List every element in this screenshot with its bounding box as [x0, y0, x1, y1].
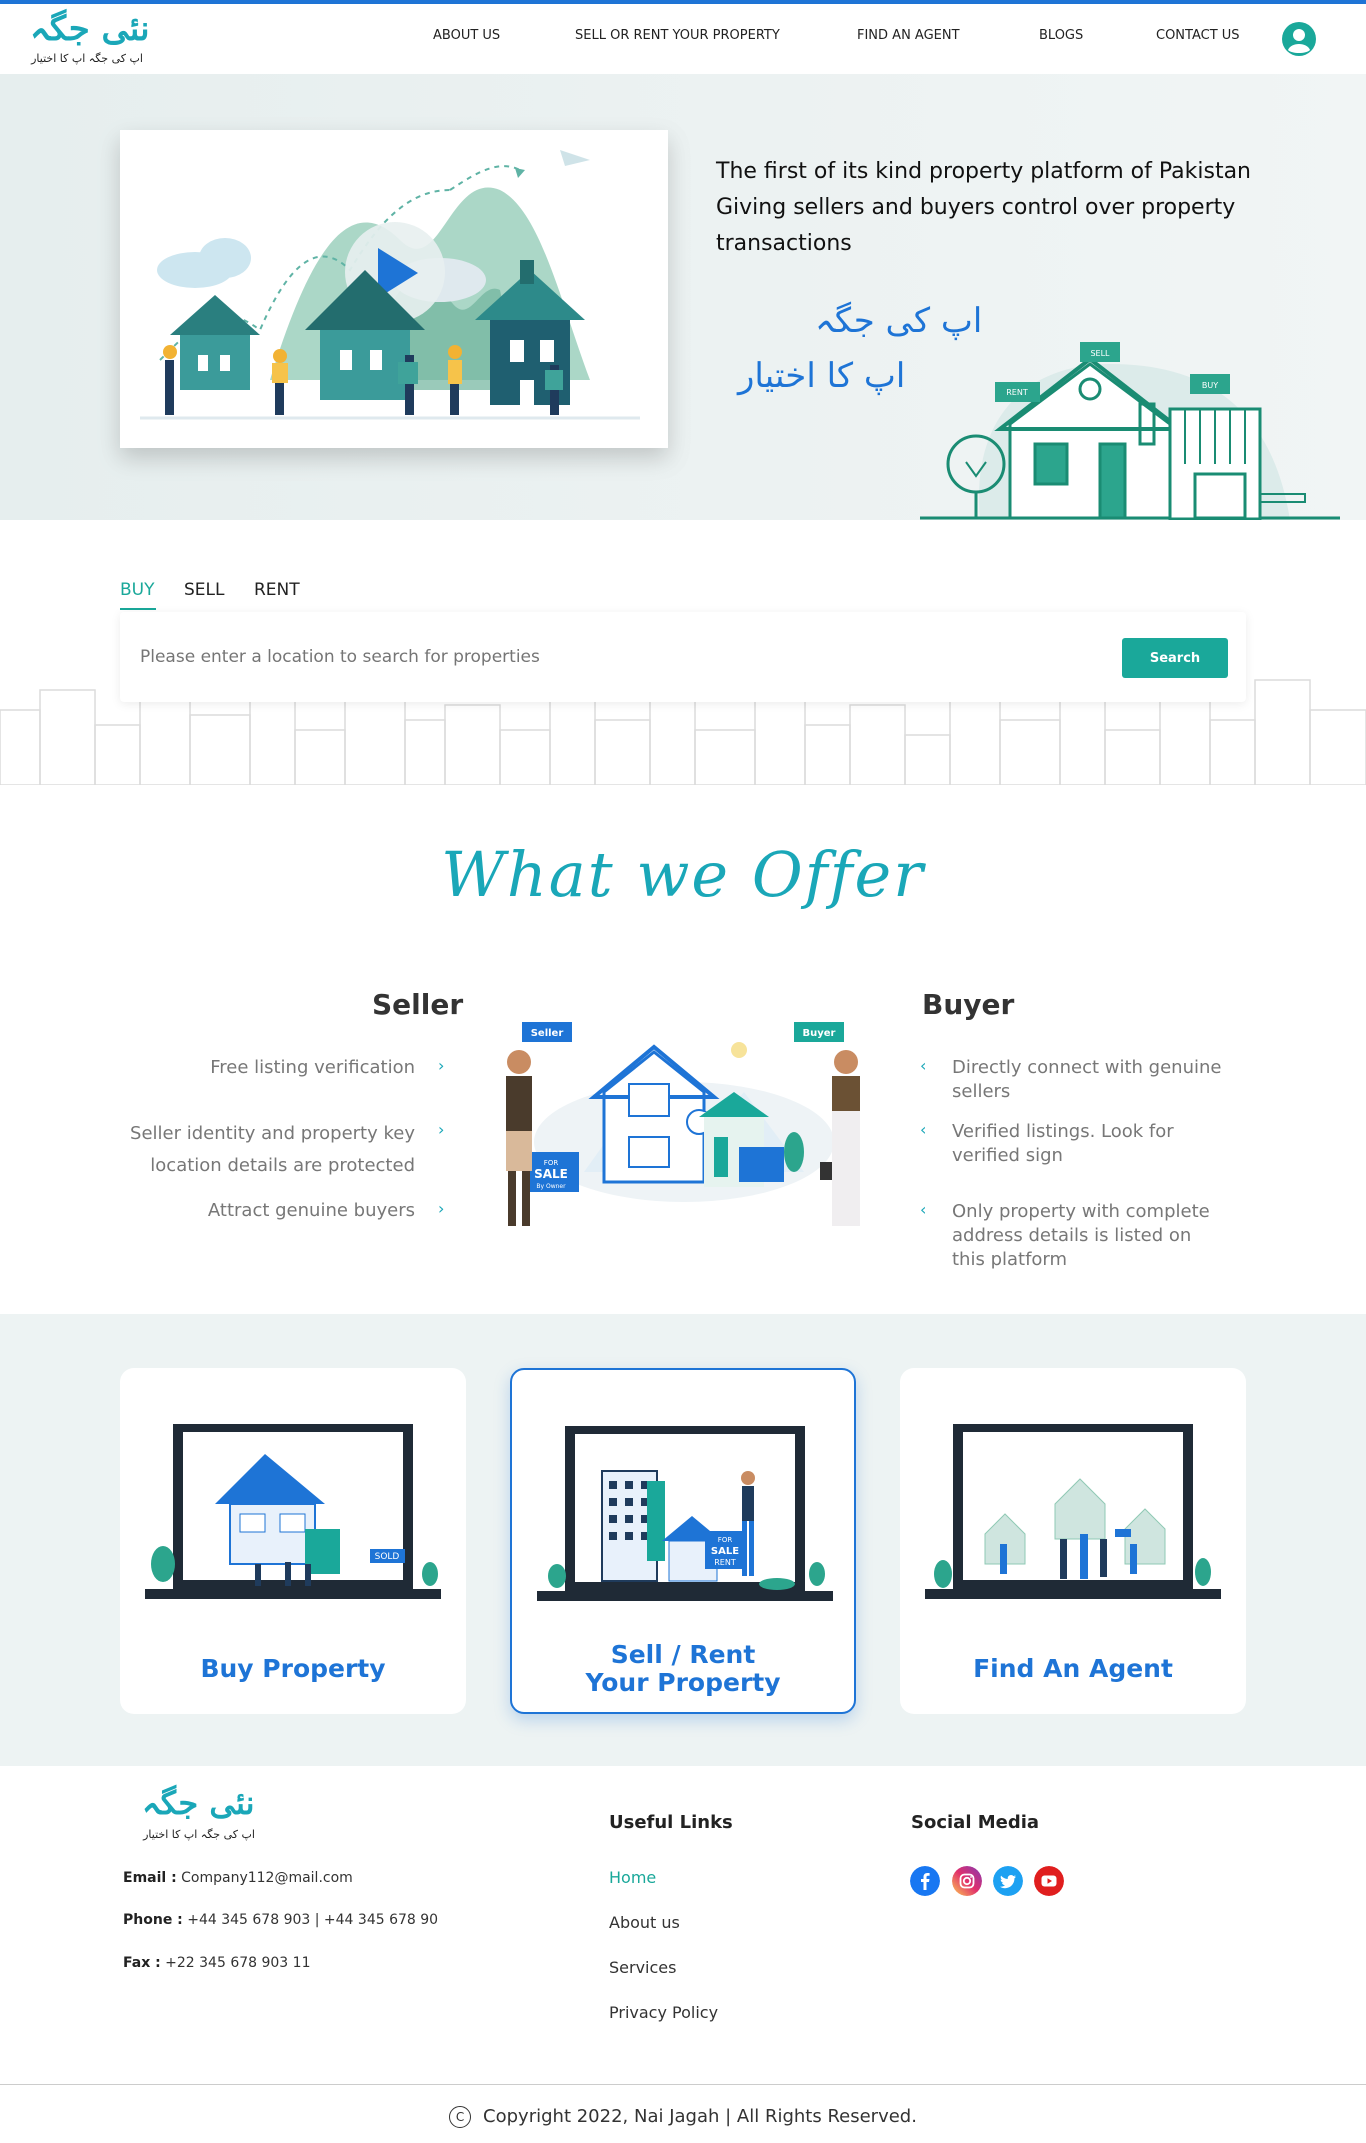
video-illustration — [140, 150, 640, 420]
nav-find-agent[interactable]: FIND AN AGENT — [857, 28, 960, 43]
active-tab-indicator — [120, 608, 156, 610]
footer-logo-tagline: اپ کی جگہ اپ کا اختیار — [143, 1828, 255, 1841]
email-value[interactable]: Company112@mail.com — [181, 1870, 353, 1886]
tab-rent[interactable]: RENT — [254, 580, 300, 600]
offer-title: What we Offer — [441, 838, 925, 911]
chevron-right-icon: › — [438, 1199, 445, 1218]
illus-sign-sale: SALE — [534, 1167, 568, 1181]
seller-feature-2: Seller identity and property key locatio… — [130, 1123, 415, 1176]
footer-email: Email : Company112@mail.com — [123, 1870, 353, 1886]
footer-link-about[interactable]: About us — [609, 1913, 680, 1932]
tag-rent: RENT — [1006, 388, 1028, 397]
seller-feature-1: Free listing verification — [210, 1057, 415, 1078]
card-label-sell-rent-1: Sell / Rent — [610, 1640, 756, 1669]
social-media-title: Social Media — [911, 1812, 1040, 1833]
sell-rent-sign-rent: RENT — [714, 1558, 736, 1567]
user-circle-icon[interactable] — [1281, 21, 1317, 57]
footer-fax: Fax : +22 345 678 903 11 — [123, 1955, 310, 1971]
search-section: BUY SELL RENT Search — [0, 520, 1366, 785]
nav-sell-rent[interactable]: SELL OR RENT YOUR PROPERTY — [575, 28, 780, 43]
logo-tagline: اپ کی جگہ اپ کا اختیار — [31, 52, 143, 65]
tab-sell[interactable]: SELL — [184, 580, 224, 600]
illus-sign-by-owner: By Owner — [536, 1183, 566, 1190]
illus-sign-for: FOR — [544, 1159, 559, 1167]
sell-rent-illustration: FOR SALE RENT — [537, 1426, 833, 1601]
header: نئی جگہ اپ کی جگہ اپ کا اختیار ABOUT US … — [0, 4, 1366, 74]
hero-line-1: The first of its kind property platform … — [716, 159, 1252, 184]
tag-buy: BUY — [1202, 381, 1218, 390]
seller-title: Seller — [372, 988, 464, 1021]
twitter-icon[interactable] — [993, 1866, 1023, 1896]
email-label: Email : — [123, 1870, 177, 1886]
card-find-agent[interactable]: Find An Agent — [900, 1368, 1246, 1714]
seller-buyer-illustration: FOR SALE By Owner Seller Buyer — [506, 1022, 860, 1226]
phone-label: Phone : — [123, 1912, 183, 1928]
hero-urdu-line-2: اپ کا اختیار — [738, 356, 906, 396]
page-root: نئی جگہ اپ کی جگہ اپ کا اختیار ABOUT US … — [0, 0, 1366, 2143]
buy-property-illustration: SOLD — [145, 1424, 441, 1599]
footer-logo[interactable]: نئی جگہ اپ کی جگہ اپ کا اختیار — [124, 1784, 274, 1842]
chevron-right-icon: › — [438, 1120, 445, 1139]
chevron-right-icon: › — [438, 1056, 445, 1075]
fax-label: Fax : — [123, 1955, 161, 1971]
chevron-left-icon: ‹ — [920, 1200, 927, 1219]
logo-main-text: نئی جگہ — [30, 9, 150, 49]
instagram-icon[interactable] — [952, 1866, 982, 1896]
intro-video[interactable] — [120, 130, 668, 448]
footer-link-home[interactable]: Home — [609, 1868, 656, 1887]
tab-buy[interactable]: BUY — [120, 580, 155, 600]
nav-blogs[interactable]: BLOGS — [1039, 28, 1083, 43]
tag-sell: SELL — [1090, 349, 1110, 358]
facebook-icon[interactable] — [910, 1866, 940, 1896]
card-label-sell-rent-2: Your Property — [585, 1668, 781, 1697]
footer: نئی جگہ اپ کی جگہ اپ کا اختیار Email : C… — [0, 1766, 1366, 2143]
location-search-input[interactable] — [140, 642, 1040, 672]
nav-contact-us[interactable]: CONTACT US — [1156, 28, 1240, 43]
find-agent-illustration — [925, 1424, 1221, 1599]
hero-section: The first of its kind property platform … — [0, 74, 1366, 520]
phone-value[interactable]: +44 345 678 903 | +44 345 678 90 — [187, 1912, 438, 1928]
footer-link-services[interactable]: Services — [609, 1958, 676, 1977]
buyer-feature-1: Directly connect with genuine sellers — [952, 1057, 1222, 1102]
nav-about-us[interactable]: ABOUT US — [433, 28, 500, 43]
illus-tag-seller: Seller — [531, 1028, 564, 1039]
card-sell-rent-property[interactable]: FOR SALE RENT Sell / Rent Your Property — [510, 1368, 856, 1714]
search-box: Search — [120, 612, 1246, 702]
sold-sign: SOLD — [375, 1552, 400, 1562]
buyer-feature-3: Only property with complete address deta… — [952, 1201, 1210, 1270]
seller-feature-3: Attract genuine buyers — [207, 1200, 415, 1221]
logo[interactable]: نئی جگہ اپ کی جگہ اپ کا اختیار — [12, 10, 162, 72]
card-label-find-agent: Find An Agent — [973, 1654, 1173, 1683]
useful-links-title: Useful Links — [609, 1812, 733, 1833]
chevron-left-icon: ‹ — [920, 1120, 927, 1139]
card-buy-property[interactable]: SOLD Buy Property — [120, 1368, 466, 1714]
footer-link-privacy[interactable]: Privacy Policy — [609, 2003, 718, 2022]
footer-logo-main: نئی جگہ — [142, 1784, 255, 1822]
chevron-left-icon: ‹ — [920, 1056, 927, 1075]
search-button[interactable]: Search — [1122, 638, 1228, 678]
buyer-title: Buyer — [922, 988, 1015, 1021]
footer-divider — [0, 2084, 1366, 2085]
footer-phone: Phone : +44 345 678 903 | +44 345 678 90 — [123, 1912, 438, 1928]
buyer-feature-2: Verified listings. Look for verified sig… — [952, 1121, 1174, 1166]
copyright: C Copyright 2022, Nai Jagah | All Rights … — [0, 2106, 1366, 2128]
card-label-buy: Buy Property — [200, 1654, 386, 1683]
hero-line-2: Giving sellers and buyers control over p… — [716, 195, 1236, 256]
sell-rent-sign-for: FOR — [718, 1536, 733, 1544]
house-illustration: SELL RENT BUY — [920, 342, 1340, 520]
fax-value: +22 345 678 903 11 — [165, 1955, 311, 1971]
copyright-icon: C — [449, 2106, 472, 2128]
sell-rent-sign-sale: SALE — [711, 1546, 739, 1557]
illus-tag-buyer: Buyer — [803, 1028, 836, 1039]
services-section: SOLD Buy Property FOR SALE RENT Sell / R… — [0, 1314, 1366, 1766]
youtube-icon[interactable] — [1034, 1866, 1064, 1896]
copyright-text: Copyright 2022, Nai Jagah | All Rights R… — [483, 2106, 917, 2127]
hero-tagline: The first of its kind property platform … — [716, 154, 1276, 262]
